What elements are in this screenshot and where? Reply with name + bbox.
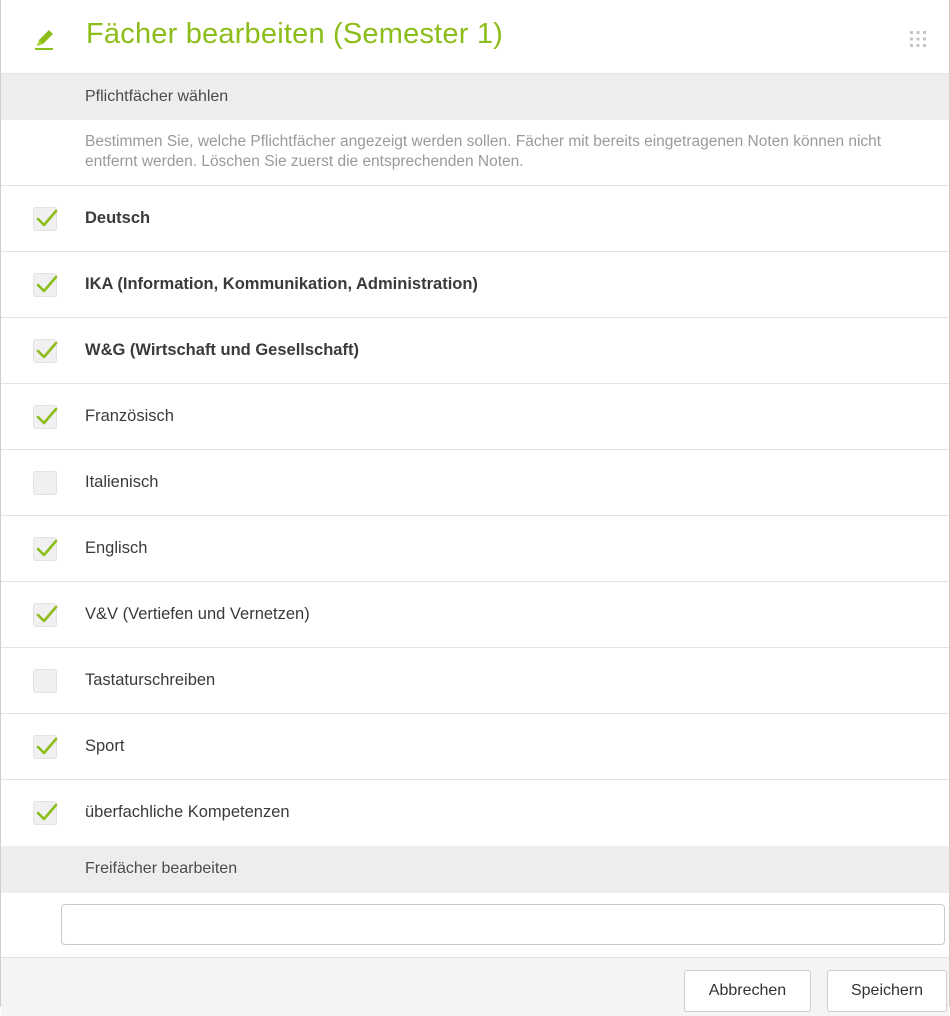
subject-label: Italienisch	[85, 473, 159, 491]
subject-row[interactable]: Englisch	[1, 516, 949, 582]
checkmark-icon	[36, 407, 58, 425]
save-button[interactable]: Speichern	[827, 970, 947, 1012]
subject-checkbox[interactable]	[33, 603, 58, 627]
description-text: Bestimmen Sie, welche Pflichtfächer ange…	[85, 133, 882, 170]
subject-label: Englisch	[85, 539, 148, 557]
cancel-button[interactable]: Abbrechen	[684, 970, 811, 1012]
subject-list: Deutsch IKA (Information, Kommunikation, …	[1, 186, 949, 846]
pflichtfaecher-description: Bestimmen Sie, welche Pflichtfächer ange…	[1, 120, 949, 186]
checkmark-icon	[36, 539, 58, 557]
subject-label: überfachliche Kompetenzen	[85, 803, 290, 821]
subject-checkbox[interactable]	[33, 801, 58, 825]
checkmark-icon	[36, 341, 58, 359]
subject-checkbox[interactable]	[33, 471, 57, 495]
subject-label: Sport	[85, 737, 125, 755]
subject-row[interactable]: Sport	[1, 714, 949, 780]
grip-icon[interactable]	[908, 29, 928, 49]
checkmark-icon	[36, 737, 58, 755]
dialog-footer: Abbrechen Speichern	[1, 958, 949, 1016]
subject-row[interactable]: Französisch	[1, 384, 949, 450]
subject-row[interactable]: IKA (Information, Kommunikation, Adminis…	[1, 252, 949, 318]
subject-row[interactable]: überfachliche Kompetenzen	[1, 780, 949, 846]
subject-checkbox[interactable]	[33, 273, 58, 297]
subject-checkbox[interactable]	[33, 735, 58, 759]
subject-row[interactable]: Italienisch	[1, 450, 949, 516]
subject-label: IKA (Information, Kommunikation, Adminis…	[85, 275, 478, 293]
freifaecher-input-area	[1, 893, 949, 958]
subject-row[interactable]: Tastaturschreiben	[1, 648, 949, 714]
freifaecher-section-header: Freifächer bearbeiten	[1, 846, 949, 893]
subject-label: W&G (Wirtschaft und Gesellschaft)	[85, 341, 359, 359]
edit-subjects-dialog: Fächer bearbeiten (Semester 1) Pflichtfä…	[0, 0, 950, 1016]
checkmark-icon	[36, 605, 58, 623]
subject-checkbox[interactable]	[33, 669, 57, 693]
section-label: Freifächer bearbeiten	[85, 860, 238, 877]
subject-label: Tastaturschreiben	[85, 671, 216, 689]
subject-row[interactable]: V&V (Vertiefen und Vernetzen)	[1, 582, 949, 648]
subject-label: Französisch	[85, 407, 174, 425]
dialog-header: Fächer bearbeiten (Semester 1)	[1, 0, 949, 74]
subject-checkbox[interactable]	[33, 405, 58, 429]
subject-checkbox[interactable]	[33, 207, 58, 231]
subject-label: Deutsch	[85, 209, 151, 227]
pencil-icon	[35, 30, 53, 50]
pflichtfaecher-section-header: Pflichtfächer wählen	[1, 74, 949, 120]
checkmark-icon	[36, 803, 58, 821]
subject-checkbox[interactable]	[33, 537, 58, 561]
dialog-title: Fächer bearbeiten (Semester 1)	[86, 18, 504, 50]
subject-label: V&V (Vertiefen und Vernetzen)	[85, 605, 310, 623]
subject-row[interactable]: Deutsch	[1, 186, 949, 252]
section-label: Pflichtfächer wählen	[85, 88, 229, 105]
freifaecher-input[interactable]	[61, 904, 945, 945]
checkmark-icon	[36, 209, 58, 227]
subject-row[interactable]: W&G (Wirtschaft und Gesellschaft)	[1, 318, 949, 384]
checkmark-icon	[36, 275, 58, 293]
subject-checkbox[interactable]	[33, 339, 58, 363]
